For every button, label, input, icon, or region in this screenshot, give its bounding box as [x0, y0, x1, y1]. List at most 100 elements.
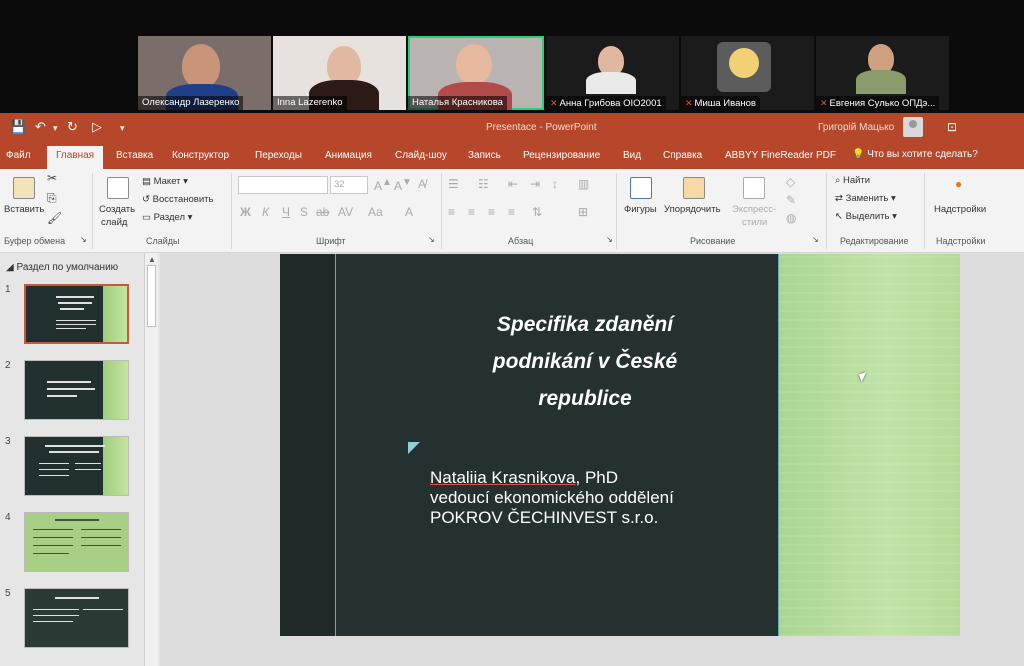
slide-canvas[interactable]: Specifika zdanění podnikání v České repu… — [280, 254, 960, 636]
font-family-select[interactable] — [238, 176, 328, 194]
undo-dropdown-icon[interactable]: ▾ — [53, 123, 58, 134]
slide-thumbnail-3[interactable] — [24, 436, 129, 496]
shapes-icon[interactable] — [630, 177, 652, 199]
user-name[interactable]: Григорій Мацько — [818, 122, 894, 133]
ribbon-display-options-icon[interactable]: ⊡ — [947, 120, 957, 134]
slide-title[interactable]: Specifika zdanění podnikání v České repu… — [450, 306, 720, 417]
tab-review[interactable]: Рецензирование — [523, 150, 600, 161]
scrollbar-handle[interactable] — [147, 265, 156, 327]
strikethrough-icon[interactable]: ab — [316, 205, 329, 219]
columns-icon[interactable]: ▥ — [578, 177, 589, 191]
user-avatar[interactable] — [903, 117, 923, 137]
bullets-icon[interactable]: ☰ — [448, 177, 459, 191]
increase-indent-icon[interactable]: ⇥ — [530, 177, 540, 191]
addins-icon[interactable]: ● — [955, 177, 962, 191]
participant-tile[interactable]: ✕ Анна Грибова OIO2001 — [546, 36, 679, 110]
participant-tile[interactable]: Inna Lazerenko — [273, 36, 406, 110]
cut-icon[interactable]: ✂ — [47, 171, 57, 185]
paste-button[interactable]: Вставить — [4, 204, 44, 215]
slide-subtitle[interactable]: Nataliia Krasnikova, PhD vedoucí ekonomi… — [430, 468, 770, 528]
font-size-select[interactable]: 32 — [330, 176, 368, 194]
arrange-button[interactable]: Упорядочить — [664, 204, 721, 215]
addins-button[interactable]: Надстройки — [934, 204, 986, 215]
slide-thumbnail-5[interactable] — [24, 588, 129, 648]
replace-button[interactable]: ⇄ Заменить ▾ — [835, 193, 896, 204]
arrange-icon[interactable] — [683, 177, 705, 199]
participant-tile[interactable]: Олександр Лазеренко — [138, 36, 271, 110]
smartart-icon[interactable]: ⊞ — [578, 205, 588, 219]
decrease-font-icon[interactable]: A▼ — [394, 177, 412, 193]
tab-animations[interactable]: Анимация — [325, 150, 372, 161]
thumbnail-scrollbar[interactable]: ▲ — [144, 253, 158, 666]
thumb-text-line — [47, 381, 91, 383]
select-button[interactable]: ↖ Выделить ▾ — [835, 211, 897, 222]
slide-thumbnail-2[interactable] — [24, 360, 129, 420]
tab-file[interactable]: Файл — [6, 150, 31, 161]
shapes-button[interactable]: Фигуры — [624, 204, 657, 215]
new-slide-icon[interactable] — [107, 177, 129, 199]
participant-tile[interactable]: ✕ Евгения Сулько ОПДэ... — [816, 36, 949, 110]
clear-format-icon[interactable]: A̸ — [418, 177, 426, 191]
increase-font-icon[interactable]: A▲ — [374, 177, 392, 193]
find-button[interactable]: ⌕ Найти — [835, 175, 870, 186]
underline-icon[interactable]: Ч — [282, 205, 290, 219]
undo-icon[interactable]: ↶ — [35, 119, 46, 135]
slideshow-start-icon[interactable]: ▷ — [92, 119, 102, 135]
ribbon-tabs: Файл Главная Вставка Конструктор Переход… — [0, 143, 1024, 169]
reset-button[interactable]: ↺ Восстановить — [142, 194, 213, 205]
paste-icon[interactable] — [13, 177, 35, 199]
copy-icon[interactable]: ⎘ — [47, 191, 57, 206]
shadow-icon[interactable]: S — [300, 205, 308, 219]
slide-thumbnail-4[interactable] — [24, 512, 129, 572]
decrease-indent-icon[interactable]: ⇤ — [508, 177, 518, 191]
shape-fill-icon[interactable]: ◇ — [786, 175, 795, 189]
tab-slideshow[interactable]: Слайд-шоу — [395, 150, 447, 161]
quick-styles-icon[interactable] — [743, 177, 765, 199]
slide-thumbnail-1[interactable] — [24, 284, 129, 344]
align-left-icon[interactable]: ≡ — [448, 205, 455, 219]
tab-design[interactable]: Конструктор — [172, 150, 229, 161]
line-spacing-icon[interactable]: ↕ — [552, 177, 558, 191]
font-color-icon[interactable]: A — [405, 205, 413, 219]
quick-styles-dropdown[interactable]: стили — [742, 217, 767, 228]
dialog-launcher-icon[interactable]: ↘ — [428, 235, 435, 244]
tab-help[interactable]: Справка — [663, 150, 702, 161]
layout-button[interactable]: ▤ Макет ▾ — [142, 176, 188, 187]
tab-insert[interactable]: Вставка — [116, 150, 153, 161]
participant-tile-active[interactable]: Наталья Красникова — [408, 36, 544, 110]
justify-icon[interactable]: ≡ — [508, 205, 515, 219]
participant-body — [856, 70, 906, 94]
char-spacing-icon[interactable]: AV — [338, 205, 353, 219]
align-center-icon[interactable]: ≡ — [468, 205, 475, 219]
new-slide-button[interactable]: Создать — [99, 204, 135, 215]
position-line: vedoucí ekonomického oddělení — [430, 488, 674, 507]
dialog-launcher-icon[interactable]: ↘ — [80, 235, 87, 244]
customize-toolbar-icon[interactable]: ▾ — [120, 123, 125, 134]
tab-transitions[interactable]: Переходы — [255, 150, 302, 161]
section-button[interactable]: ▭ Раздел ▾ — [142, 212, 192, 223]
dialog-launcher-icon[interactable]: ↘ — [812, 235, 819, 244]
change-case-icon[interactable]: Aa — [368, 205, 383, 219]
quick-styles-button[interactable]: Экспресс- — [732, 204, 776, 215]
italic-icon[interactable]: К — [262, 205, 269, 219]
dialog-launcher-icon[interactable]: ↘ — [606, 235, 613, 244]
tab-home[interactable]: Главная — [47, 146, 104, 169]
scroll-up-arrow-icon[interactable]: ▲ — [148, 255, 156, 264]
section-header[interactable]: ◢ Раздел по умолчанию — [6, 262, 118, 273]
tell-me-search[interactable]: 💡 Что вы хотите сделать? — [852, 149, 978, 160]
save-icon[interactable]: 💾 — [10, 119, 26, 135]
tab-view[interactable]: Вид — [623, 150, 641, 161]
tab-abbyy[interactable]: ABBYY FineReader PDF — [725, 150, 836, 161]
new-slide-dropdown[interactable]: слайд — [101, 217, 127, 228]
format-painter-icon[interactable]: 🖌 — [47, 211, 62, 225]
align-right-icon[interactable]: ≡ — [488, 205, 495, 219]
text-direction-icon[interactable]: ⇅ — [532, 205, 542, 219]
shape-outline-icon[interactable]: ✎ — [786, 193, 796, 207]
shape-effects-icon[interactable]: ◍ — [786, 211, 796, 225]
redo-icon[interactable]: ↻ — [67, 119, 78, 135]
numbering-icon[interactable]: ☷ — [478, 177, 489, 191]
bold-icon[interactable]: Ж — [240, 205, 251, 219]
tab-record[interactable]: Запись — [468, 150, 501, 161]
participant-tile[interactable]: ✕ Миша Иванов — [681, 36, 814, 110]
participant-name: ✕ Миша Иванов — [681, 96, 760, 110]
